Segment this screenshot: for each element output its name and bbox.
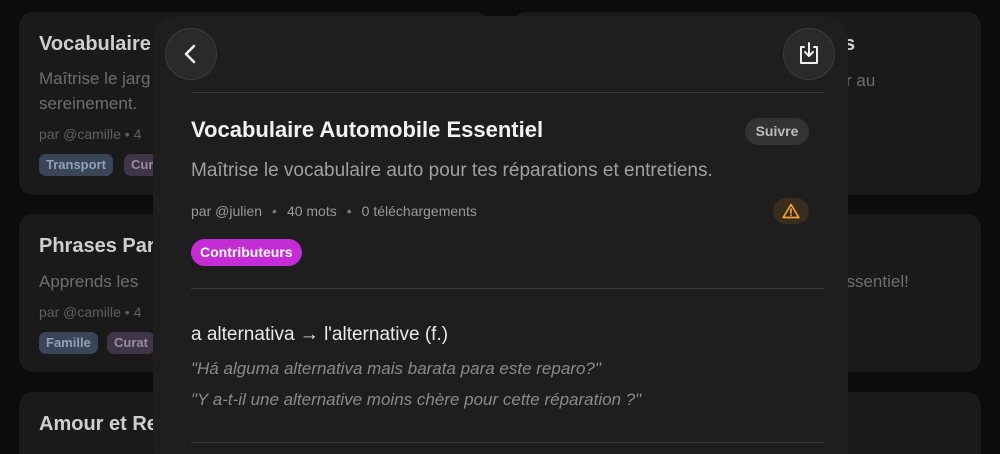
deck-card-meta: par @camille • 4 <box>39 126 142 142</box>
author-link[interactable]: par @julien <box>191 203 262 219</box>
deck-meta: par @julien • 40 mots • 0 téléchargement… <box>191 203 477 219</box>
report-button[interactable] <box>773 198 809 224</box>
contributors-tag: Contributeurs <box>191 239 302 266</box>
warning-icon <box>782 203 800 219</box>
deck-card-tag: Famille <box>39 332 98 354</box>
download-count: 0 téléchargements <box>361 203 477 219</box>
download-button[interactable] <box>783 28 835 80</box>
deck-card-title: Amour et Re <box>39 413 158 435</box>
deck-card-description: r au <box>846 71 876 90</box>
deck-card-description: Apprends les <box>39 272 139 291</box>
deck-title: Vocabulaire Automobile Essentiel <box>191 117 544 142</box>
download-tray-icon <box>800 42 818 64</box>
back-button[interactable] <box>165 28 217 80</box>
divider <box>191 288 824 289</box>
deck-card-description: Maîtrise le jarg <box>39 69 151 88</box>
entry-term: a alternativa → l'alternative (f.) <box>191 324 449 345</box>
deck-description: Maîtrise le vocabulaire auto pour tes ré… <box>191 160 713 181</box>
deck-card-description: sereinement. <box>39 94 138 113</box>
deck-card-tag: Transport <box>39 154 113 176</box>
chevron-left-icon <box>184 44 196 64</box>
deck-card-title: Vocabulaire <box>39 33 151 55</box>
divider <box>191 442 824 443</box>
deck-card-title: Phrases Par <box>39 235 155 257</box>
follow-button[interactable]: Suivre <box>745 118 809 145</box>
deck-card-meta: par @camille • 4 <box>39 304 142 320</box>
deck-detail-modal: Vocabulaire Automobile Essentiel Suivre … <box>153 16 848 454</box>
entry-example-source: "Há alguma alternativa mais barata para … <box>191 359 601 378</box>
divider <box>191 92 824 93</box>
word-count: 40 mots <box>286 203 337 219</box>
deck-card-tag: Curat <box>107 332 155 354</box>
entry-example-target: "Y a-t-il une alternative moins chère po… <box>191 390 642 409</box>
